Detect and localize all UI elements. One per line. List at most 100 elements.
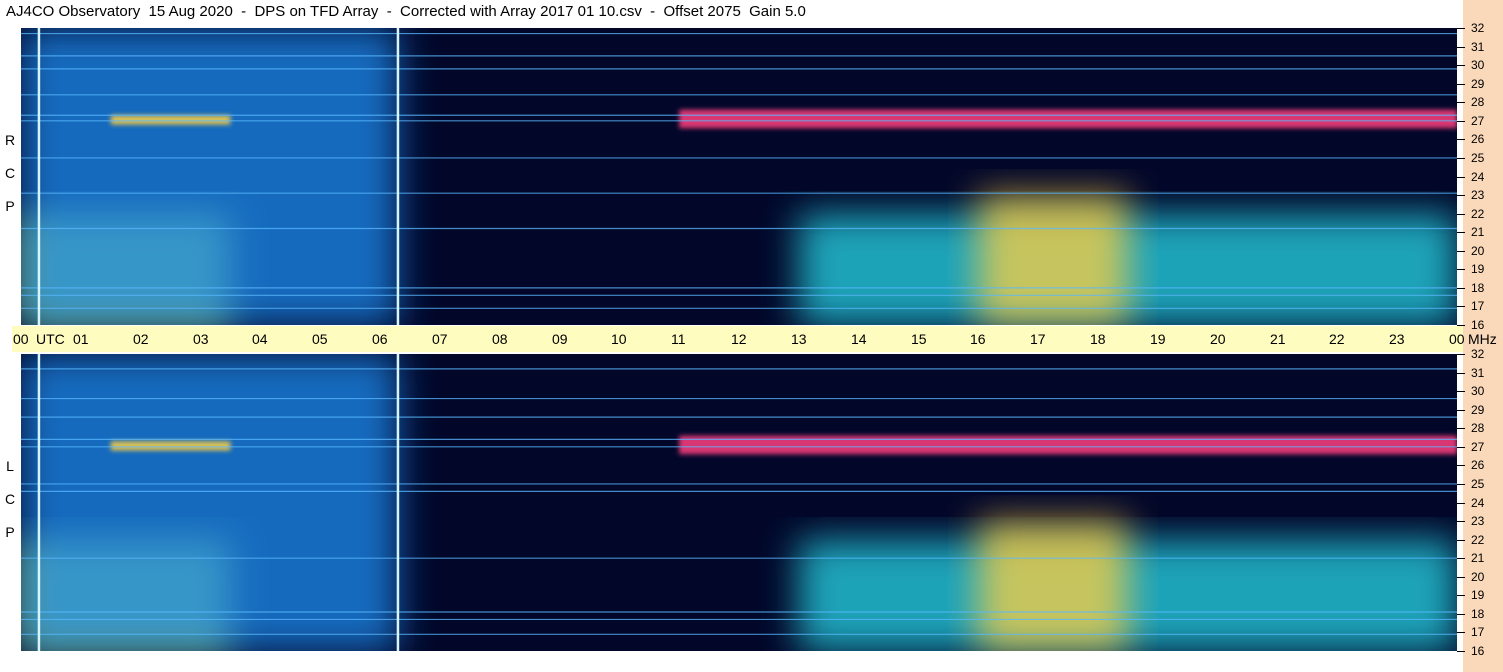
time-tick-label: 17 <box>1030 331 1046 347</box>
frequency-tick-mark <box>1457 28 1465 29</box>
frequency-tick-label: 16 <box>1471 644 1485 658</box>
frequency-tick-label: 32 <box>1471 347 1485 361</box>
frequency-tick-mark <box>1457 158 1465 159</box>
spectrogram-rcp <box>21 28 1457 325</box>
frequency-tick-mark <box>1457 306 1465 307</box>
frequency-tick-label: 29 <box>1471 77 1485 91</box>
frequency-tick-label: 20 <box>1471 244 1485 258</box>
frequency-tick-label: 26 <box>1471 132 1485 146</box>
polarization-letter: C <box>4 165 16 181</box>
time-tick-label: 15 <box>911 331 927 347</box>
time-tick-label: 14 <box>851 331 867 347</box>
frequency-tick-mark <box>1457 177 1465 178</box>
time-tick-label: 00 <box>13 331 29 347</box>
frequency-tick-label: 23 <box>1471 514 1485 528</box>
time-tick-label: 03 <box>193 331 209 347</box>
frequency-tick-label: 26 <box>1471 458 1485 472</box>
frequency-tick-label: 21 <box>1471 225 1485 239</box>
frequency-tick-mark <box>1457 577 1465 578</box>
frequency-tick-label: 21 <box>1471 551 1485 565</box>
polarization-label-lcp: L C P <box>2 450 18 549</box>
time-tick-label: 22 <box>1329 331 1345 347</box>
polarization-letter: C <box>4 491 16 507</box>
frequency-tick-label: 24 <box>1471 496 1485 510</box>
frequency-tick-label: 16 <box>1471 318 1485 332</box>
frequency-tick-label: 22 <box>1471 533 1485 547</box>
frequency-tick-label: 19 <box>1471 262 1485 276</box>
frequency-tick-label: 18 <box>1471 281 1485 295</box>
time-tick-label: 12 <box>731 331 747 347</box>
frequency-tick-mark <box>1457 354 1465 355</box>
frequency-tick-mark <box>1457 325 1465 326</box>
frequency-tick-mark <box>1457 540 1465 541</box>
frequency-tick-mark <box>1457 465 1465 466</box>
frequency-tick-mark <box>1457 484 1465 485</box>
frequency-tick-mark <box>1457 447 1465 448</box>
spectrogram-canvas <box>21 28 1457 325</box>
frequency-tick-label: 27 <box>1471 114 1485 128</box>
emission-region <box>679 435 1457 455</box>
frequency-tick-label: 31 <box>1471 40 1485 54</box>
emission-region <box>978 195 1128 325</box>
frequency-tick-label: 29 <box>1471 403 1485 417</box>
frequency-tick-mark <box>1457 503 1465 504</box>
frequency-tick-label: 17 <box>1471 625 1485 639</box>
time-tick-label: 04 <box>252 331 268 347</box>
frequency-tick-label: 32 <box>1471 21 1485 35</box>
time-tick-label: 01 <box>73 331 89 347</box>
frequency-tick-mark <box>1457 251 1465 252</box>
time-tick-label: 07 <box>432 331 448 347</box>
frequency-tick-label: 25 <box>1471 477 1485 491</box>
frequency-tick-mark <box>1457 288 1465 289</box>
frequency-tick-label: 24 <box>1471 170 1485 184</box>
frequency-tick-mark <box>1457 102 1465 103</box>
polarization-letter: R <box>4 132 16 148</box>
frequency-tick-label: 25 <box>1471 151 1485 165</box>
frequency-tick-mark <box>1457 84 1465 85</box>
frequency-tick-mark <box>1457 428 1465 429</box>
time-tick-label: 00 <box>1449 331 1465 347</box>
frequency-tick-mark <box>1457 269 1465 270</box>
time-tick-label: 09 <box>552 331 568 347</box>
frequency-tick-label: 27 <box>1471 440 1485 454</box>
emission-region <box>21 28 398 325</box>
frequency-tick-label: 30 <box>1471 58 1485 72</box>
frequency-tick-mark <box>1457 121 1465 122</box>
frequency-tick-mark <box>1457 558 1465 559</box>
frequency-tick-mark <box>1457 410 1465 411</box>
frequency-tick-label: 22 <box>1471 207 1485 221</box>
time-tick-label: 23 <box>1389 331 1405 347</box>
frequency-tick-label: 31 <box>1471 366 1485 380</box>
frequency-tick-mark <box>1457 65 1465 66</box>
time-axis-unit: UTC <box>36 331 65 347</box>
polarization-letter: P <box>5 198 15 214</box>
time-tick-label: 18 <box>1090 331 1106 347</box>
time-tick-label: 20 <box>1210 331 1226 347</box>
spectrogram-lcp <box>21 354 1457 651</box>
frequency-tick-mark <box>1457 595 1465 596</box>
time-tick-label: 11 <box>671 331 686 347</box>
time-tick-label: 13 <box>791 331 807 347</box>
frequency-tick-label: 28 <box>1471 95 1485 109</box>
frequency-tick-mark <box>1457 632 1465 633</box>
emission-region <box>110 441 231 451</box>
frequency-tick-mark <box>1457 195 1465 196</box>
time-tick-label: 19 <box>1150 331 1166 347</box>
polarization-label-rcp: R C P <box>2 124 18 223</box>
frequency-tick-label: 17 <box>1471 299 1485 313</box>
time-tick-label: 08 <box>492 331 508 347</box>
frequency-tick-label: 19 <box>1471 588 1485 602</box>
emission-region <box>679 109 1457 129</box>
frequency-axis-unit: MHz <box>1468 331 1497 347</box>
emission-region <box>978 521 1128 651</box>
time-tick-label: 21 <box>1270 331 1286 347</box>
frequency-tick-mark <box>1457 232 1465 233</box>
frequency-tick-label: 23 <box>1471 188 1485 202</box>
frequency-tick-mark <box>1457 373 1465 374</box>
time-tick-label: 02 <box>133 331 149 347</box>
frequency-tick-mark <box>1457 521 1465 522</box>
time-tick-label: 06 <box>372 331 388 347</box>
polarization-letter: L <box>6 458 14 474</box>
frequency-tick-mark <box>1457 614 1465 615</box>
frequency-tick-label: 28 <box>1471 421 1485 435</box>
